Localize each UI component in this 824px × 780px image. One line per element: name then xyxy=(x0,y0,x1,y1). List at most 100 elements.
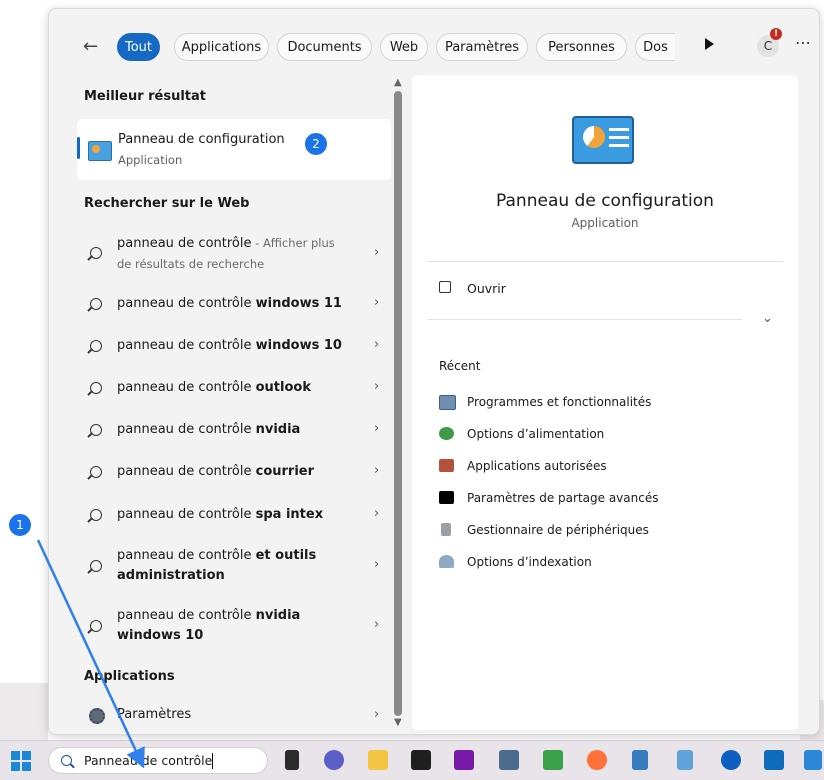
search-panel: ← Tout Applications Documents Web Paramè… xyxy=(48,8,820,735)
divider xyxy=(427,261,783,262)
web-result-bold: outlook xyxy=(255,380,311,395)
app-result-label: Paramètres xyxy=(117,707,192,722)
recent-item[interactable]: Programmes et fonctionnalités xyxy=(439,393,779,413)
vscode-icon[interactable] xyxy=(804,750,822,770)
back-arrow-icon[interactable]: ← xyxy=(83,35,105,59)
open-label: Ouvrir xyxy=(467,281,506,296)
search-icon xyxy=(61,755,72,766)
chevron-right-icon: › xyxy=(374,463,380,478)
web-result-bold-line2: administration xyxy=(117,568,225,583)
task-view-icon[interactable] xyxy=(285,750,299,770)
taskbar-search-input[interactable]: Panneau de contrôle xyxy=(48,747,268,774)
recent-item[interactable]: Paramètres de partage avancés xyxy=(439,489,779,509)
tab-documents[interactable]: Documents xyxy=(277,33,372,61)
web-result-text: panneau de contrôle xyxy=(117,548,256,563)
web-result-item[interactable]: panneau de contrôle windows 10 › xyxy=(77,336,391,358)
detail-pane: Panneau de configuration Application Ouv… xyxy=(412,75,798,730)
chevron-right-icon: › xyxy=(374,295,380,310)
detail-title: Panneau de configuration xyxy=(496,191,714,211)
pie-chart-glyph xyxy=(583,126,605,148)
chevron-right-icon: › xyxy=(374,617,380,632)
text-caret xyxy=(212,753,213,769)
calculator-icon[interactable] xyxy=(632,750,648,770)
scroll-tabs-icon[interactable] xyxy=(705,38,714,50)
web-result-bold: windows 11 xyxy=(255,296,342,311)
notepad-icon[interactable] xyxy=(677,750,693,770)
tab-tout[interactable]: Tout xyxy=(117,33,160,61)
annotation-badge-2: 2 xyxy=(304,132,328,156)
web-result-item[interactable]: panneau de contrôle spa intex › xyxy=(77,505,391,527)
chat-icon[interactable] xyxy=(324,750,344,770)
detail-subtitle: Application xyxy=(571,216,639,230)
list-lines-glyph xyxy=(609,128,629,131)
indexing-options-icon xyxy=(439,555,454,568)
scroll-thumb[interactable] xyxy=(394,91,402,716)
web-result-bold-line2: windows 10 xyxy=(117,628,204,643)
network-app-icon[interactable] xyxy=(499,750,519,770)
web-result-item[interactable]: panneau de contrôle windows 11 › xyxy=(77,294,391,316)
web-result-bold: windows 10 xyxy=(255,338,342,353)
recent-item-label: Programmes et fonctionnalités xyxy=(467,395,652,409)
search-icon xyxy=(90,382,102,394)
app-icon[interactable] xyxy=(411,750,431,770)
recent-item[interactable]: Gestionnaire de périphériques xyxy=(439,521,779,541)
image-editor-icon[interactable] xyxy=(543,750,563,770)
recent-item[interactable]: Applications autorisées xyxy=(439,457,779,477)
results-scrollbar[interactable]: ▲ ▼ xyxy=(391,77,405,728)
web-result-hint: - Afficher plus xyxy=(251,236,335,250)
recent-item-label: Options d’alimentation xyxy=(467,427,605,441)
tab-personnes[interactable]: Personnes xyxy=(536,33,627,61)
chevron-down-icon[interactable]: ⌄ xyxy=(762,311,773,326)
web-result-text: panneau de contrôle xyxy=(117,236,252,251)
onenote-icon[interactable] xyxy=(454,750,474,770)
annotation-badge-1: 1 xyxy=(8,513,32,537)
recent-item-label: Options d’indexation xyxy=(467,555,592,569)
search-query: Panneau de contrôle xyxy=(84,753,213,768)
web-result-item[interactable]: panneau de contrôle nvidia › xyxy=(77,420,391,442)
web-result-item[interactable]: panneau de contrôle nvidia windows 10 › xyxy=(77,606,391,648)
recent-item-label: Applications autorisées xyxy=(467,459,607,473)
search-icon xyxy=(90,247,102,259)
chevron-right-icon: › xyxy=(374,707,380,722)
web-result-item[interactable]: panneau de contrôle courrier › xyxy=(77,462,391,484)
web-result-text: panneau de contrôle xyxy=(117,338,256,353)
recent-item[interactable]: Options d’indexation xyxy=(439,553,779,573)
tab-applications[interactable]: Applications xyxy=(174,33,269,61)
windows-start-icon[interactable] xyxy=(11,751,31,771)
app-result-parametres[interactable]: Paramètres › xyxy=(77,707,391,729)
web-result-bold: nvidia xyxy=(255,608,301,623)
web-result-bold: et outils xyxy=(255,548,317,563)
filter-tabs: ← Tout Applications Documents Web Paramè… xyxy=(73,28,811,63)
more-options-icon[interactable]: ⋯ xyxy=(795,33,812,52)
scroll-down-icon[interactable]: ▼ xyxy=(394,717,402,728)
sharing-settings-icon xyxy=(439,491,454,504)
web-result-item[interactable]: panneau de contrôle et outils administrat… xyxy=(77,546,391,588)
web-result-hint-line2: de résultats de recherche xyxy=(117,257,265,271)
outlook-icon[interactable] xyxy=(764,750,784,770)
chevron-right-icon: › xyxy=(374,557,380,572)
tab-dossiers[interactable]: Dos xyxy=(635,33,675,61)
web-result-item[interactable]: panneau de contrôle outlook › xyxy=(77,378,391,400)
tab-parametres[interactable]: Paramètres xyxy=(436,33,528,61)
web-result-text: panneau de contrôle xyxy=(117,380,256,395)
search-icon xyxy=(90,424,102,436)
programs-icon xyxy=(439,395,456,410)
tab-web[interactable]: Web xyxy=(380,33,428,61)
web-result-item[interactable]: panneau de contrôle - Afficher plus de r… xyxy=(77,233,391,275)
scroll-up-icon[interactable]: ▲ xyxy=(394,77,402,88)
search-icon xyxy=(90,509,102,521)
firefox-icon[interactable] xyxy=(587,750,607,770)
best-result-card[interactable]: Panneau de configuration Application xyxy=(77,119,391,180)
file-explorer-icon[interactable] xyxy=(368,750,388,770)
chevron-right-icon: › xyxy=(374,379,380,394)
recent-item[interactable]: Options d’alimentation xyxy=(439,425,779,445)
alert-badge: ! xyxy=(770,28,782,40)
control-panel-icon xyxy=(88,141,112,161)
recent-item-label: Gestionnaire de périphériques xyxy=(467,523,649,537)
web-search-heading: Rechercher sur le Web xyxy=(84,196,250,211)
best-result-subtitle: Application xyxy=(118,153,183,167)
web-result-text: panneau de contrôle xyxy=(117,422,256,437)
recent-item-label: Paramètres de partage avancés xyxy=(467,491,659,505)
teamviewer-icon[interactable] xyxy=(721,750,741,770)
web-result-bold: courrier xyxy=(255,464,315,479)
